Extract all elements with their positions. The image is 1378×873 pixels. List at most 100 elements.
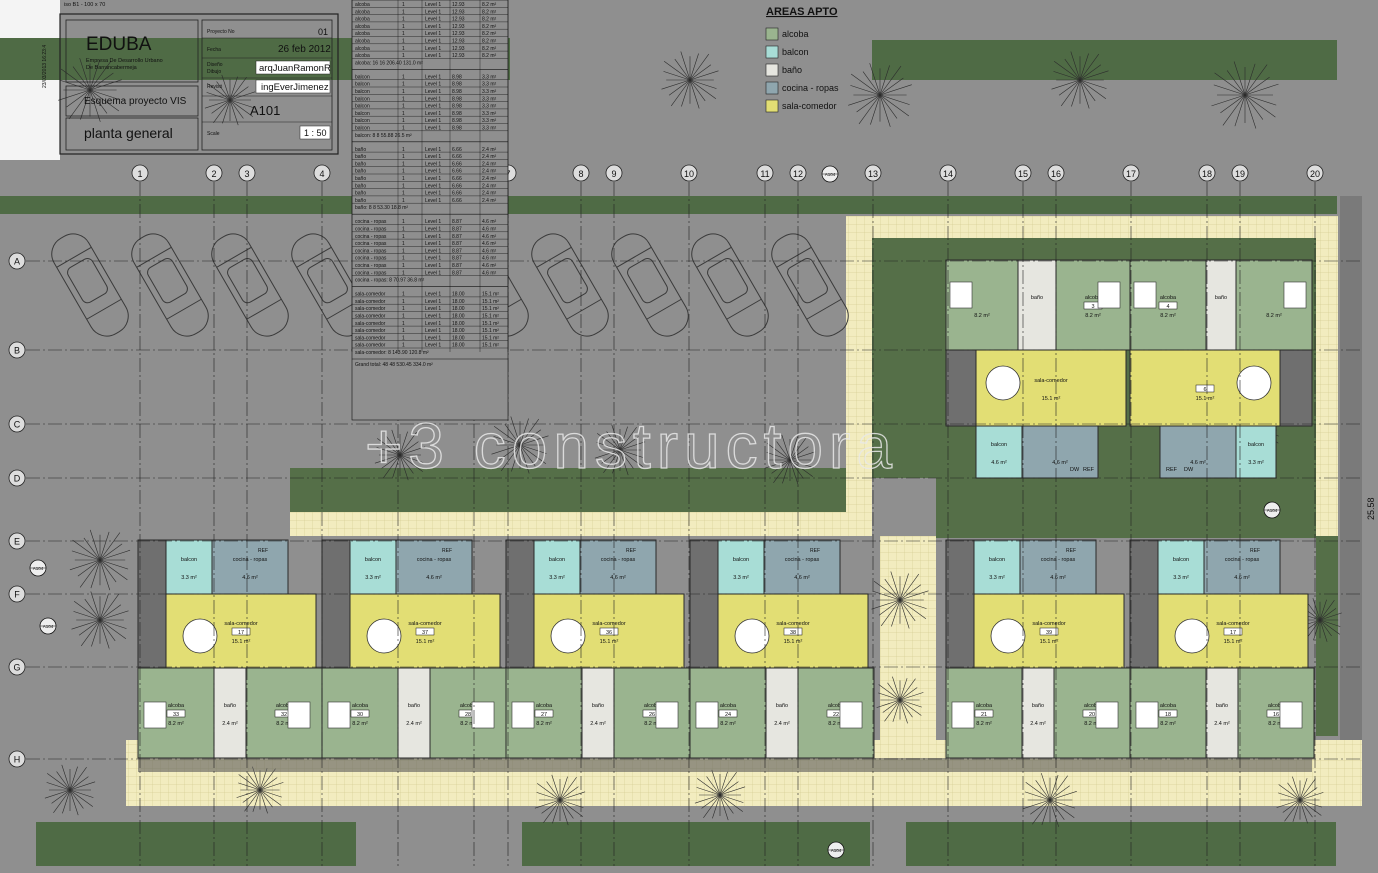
grid-row-label: H — [14, 755, 21, 765]
schedule-cell: 1 — [402, 169, 405, 175]
green-strip-bottom-1 — [36, 822, 356, 866]
schedule-cell: balcon — [355, 74, 370, 80]
room-area: 3.3 m² — [181, 575, 197, 581]
svg-text:REF: REF — [1066, 548, 1076, 554]
grid-col-label: 15 — [1018, 169, 1028, 179]
svg-text:REF: REF — [258, 548, 268, 554]
room-area: 2.4 m² — [590, 721, 606, 727]
schedule-cell: 12.93 — [452, 53, 465, 59]
schedule-cell: 8.98 — [452, 89, 462, 95]
schedule-total: baño: 8 8 53.30 18.8 m² — [355, 205, 408, 211]
schedule-cell: 1 — [402, 96, 405, 102]
unit-number: 32 — [281, 712, 287, 718]
schedule-cell: 3.3 m² — [482, 74, 497, 80]
schedule-cell: 1 — [402, 219, 405, 225]
schedule-cell: 1 — [402, 198, 405, 204]
schedule-cell: 1 — [402, 183, 405, 189]
schedule-cell: 18.00 — [452, 321, 465, 327]
room — [945, 539, 975, 669]
room-name: alcoba — [976, 703, 993, 709]
schedule-cell: balcon — [355, 118, 370, 124]
schedule-cell: 6.66 — [452, 154, 462, 160]
svg-text:DW: DW — [1184, 467, 1194, 473]
schedule-cell: 1 — [402, 256, 405, 262]
schedule-cell: 3.3 m² — [482, 82, 497, 88]
schedule-cell: 2.4 m² — [482, 198, 497, 204]
room: cocina - ropas 4.6 m² — [1203, 539, 1281, 595]
bed-symbol — [327, 701, 351, 729]
room: cocina - ropas 4.6 m² — [1019, 539, 1097, 595]
schedule-cell: 6.66 — [452, 191, 462, 197]
legend-swatch-3 — [765, 81, 779, 95]
schedule-cell: Level 1 — [425, 17, 441, 23]
schedule-cell: Level 1 — [425, 306, 441, 312]
room: alcoba228.2 m² — [797, 667, 875, 759]
schedule-cell: balcon — [355, 104, 370, 110]
schedule-cell: 4.6 m² — [482, 270, 497, 276]
room: baño 2.4 m² — [581, 667, 615, 759]
bed-symbol — [839, 701, 863, 729]
grid-col-label: 19 — [1235, 169, 1245, 179]
schedule-cell: Level 1 — [425, 219, 441, 225]
unit-number: 16 — [1273, 712, 1279, 718]
schedule-cell: 12.93 — [452, 2, 465, 8]
schedule-total: alcoba: 16 16 206.40 131.0 m² — [355, 60, 423, 66]
schedule-cell: 8.98 — [452, 126, 462, 132]
schedule-cell: 8.98 — [452, 111, 462, 117]
room-name: baño — [408, 703, 420, 709]
schedule-cell: 4.6 m² — [482, 227, 497, 233]
schedule-cell: Level 1 — [425, 89, 441, 95]
room-area: 8.2 m² — [168, 721, 184, 727]
section-marker-label: A104 — [33, 566, 44, 571]
room-name: sala-comedor — [224, 621, 257, 627]
room — [505, 539, 535, 669]
bed-symbol — [1095, 701, 1119, 729]
schedule-cell: Level 1 — [425, 169, 441, 175]
company-subtitle-2: De Barrancabermeja — [86, 65, 138, 71]
room-area: 2.4 m² — [1030, 721, 1046, 727]
plot-timestamp: 23/03/2013 16:23:4 — [42, 45, 48, 88]
unit-number: 33 — [173, 712, 179, 718]
schedule-cell: baño — [355, 176, 366, 182]
schedule-cell: 2.4 m² — [482, 176, 497, 182]
grid-row-label: C — [14, 420, 21, 430]
room-name: sala-comedor — [1216, 621, 1249, 627]
grid-col-label: 11 — [760, 169, 769, 179]
schedule-cell: 1 — [402, 227, 405, 233]
schedule-cell: balcon — [355, 82, 370, 88]
schedule-grand-total: Grand total: 48 48 530.45 334.0 m² — [355, 362, 433, 368]
schedule-cell: baño — [355, 191, 366, 197]
schedule-cell: alcoba — [355, 39, 370, 45]
green-strip-bottom-3 — [906, 822, 1336, 866]
drawing-name: planta general — [84, 125, 173, 141]
room-area: 15.1 m² — [1224, 639, 1243, 645]
legend-label-1: balcon — [782, 47, 809, 57]
company-name: EDUBA — [86, 34, 152, 55]
schedule-cell: 12.93 — [452, 24, 465, 30]
schedule-cell: 8.2 m² — [482, 9, 497, 15]
schedule-cell: 1 — [402, 46, 405, 52]
room: cocina - ropas 4.6 m² — [395, 539, 473, 595]
bed-symbol — [1133, 281, 1157, 309]
schedule-cell: cocina - ropas — [355, 234, 387, 240]
room-area: 4.6 m² — [1190, 460, 1206, 466]
schedule-cell: 8.2 m² — [482, 53, 497, 59]
schedule-cell: Level 1 — [425, 161, 441, 167]
room-name: balcon — [989, 557, 1005, 563]
dining-table — [1174, 618, 1210, 654]
room-name: cocina - ropas — [1041, 557, 1076, 563]
legend-label-2: baño — [782, 65, 802, 75]
room-area: 8.2 m² — [536, 721, 552, 727]
section-marker-label: A104 — [825, 172, 836, 177]
grid-col-label: 1 — [137, 169, 142, 179]
schedule-cell: Level 1 — [425, 104, 441, 110]
schedule-cell: Level 1 — [425, 118, 441, 124]
schedule-cell: 1 — [402, 270, 405, 276]
bed-symbol — [471, 701, 495, 729]
room-name: baño — [1032, 703, 1044, 709]
schedule-cell: alcoba — [355, 9, 370, 15]
schedule-cell: Level 1 — [425, 227, 441, 233]
section-marker-label: A104 — [1267, 508, 1278, 513]
room: balcon 3.3 m² — [1235, 425, 1277, 479]
legend-swatch-0 — [765, 27, 779, 41]
